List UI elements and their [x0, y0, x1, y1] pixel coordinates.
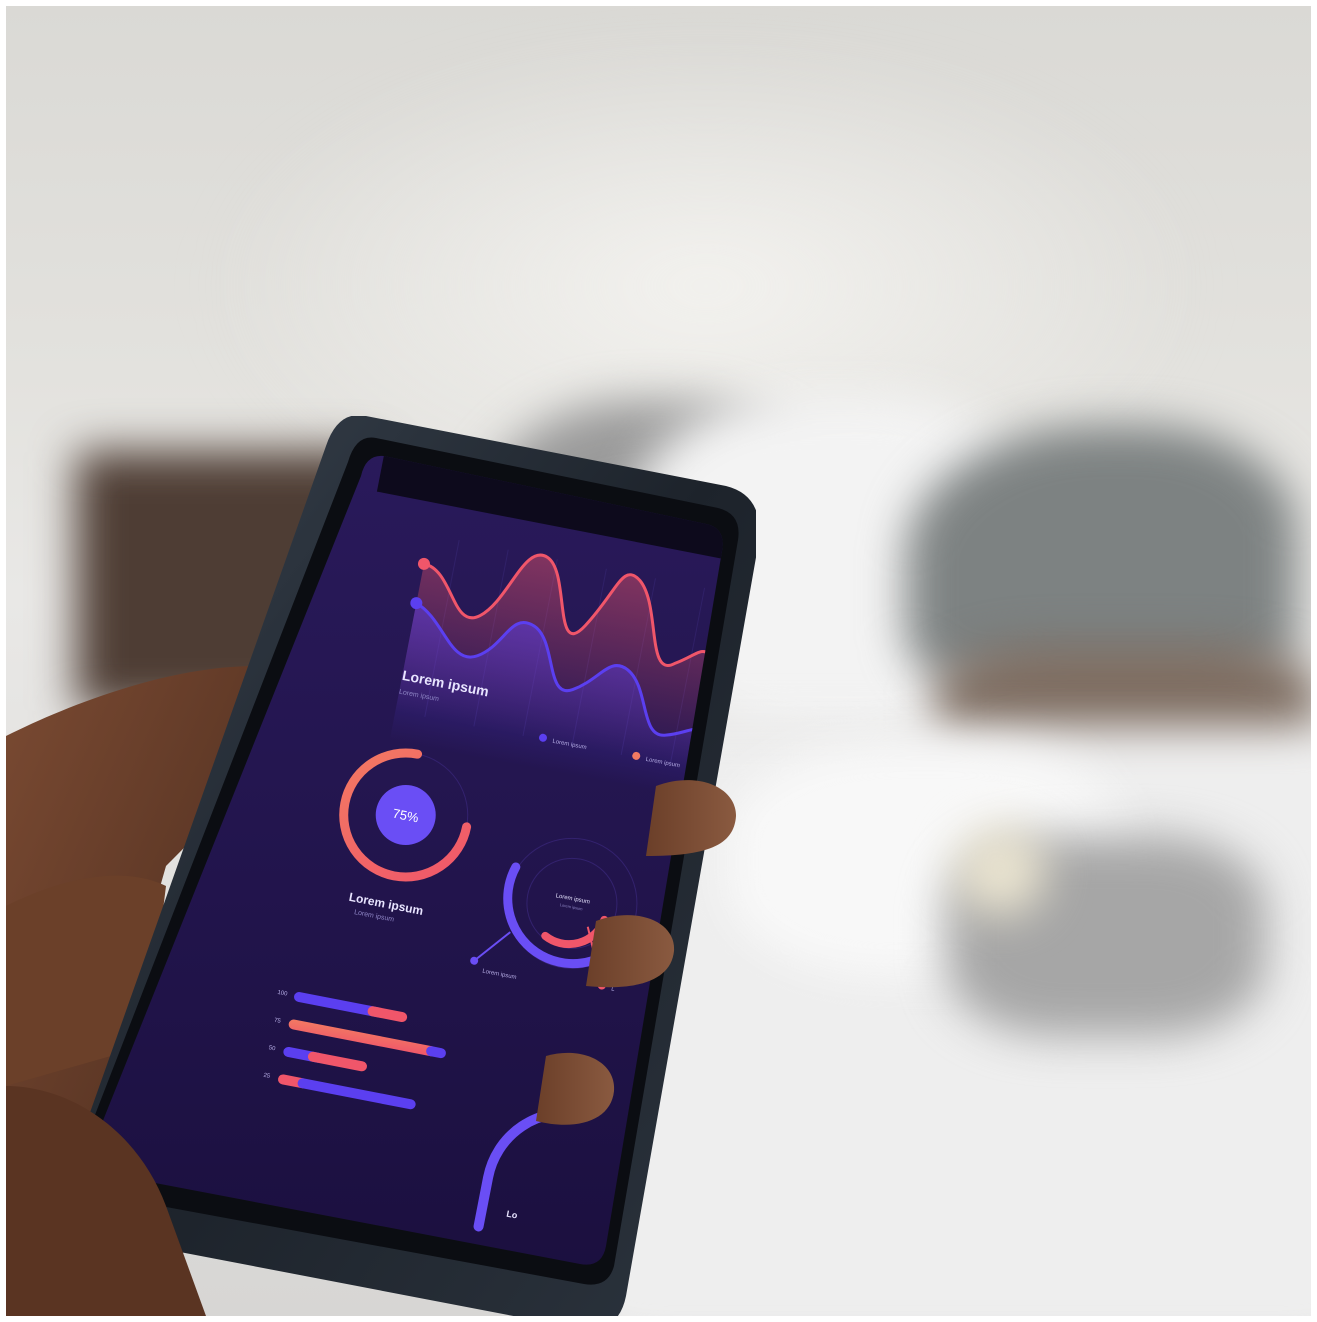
wave-red-end-point [749, 683, 756, 697]
smartphone: Lorem ipsum Lorem ipsum Lorem ipsum Lore… [66, 416, 756, 1316]
wave-blue-end-point [744, 763, 756, 777]
photo-scene: Lorem ipsum Lorem ipsum Lorem ipsum Lore… [6, 6, 1311, 1316]
phone-screen: Lorem ipsum Lorem ipsum Lorem ipsum Lore… [91, 455, 756, 1265]
